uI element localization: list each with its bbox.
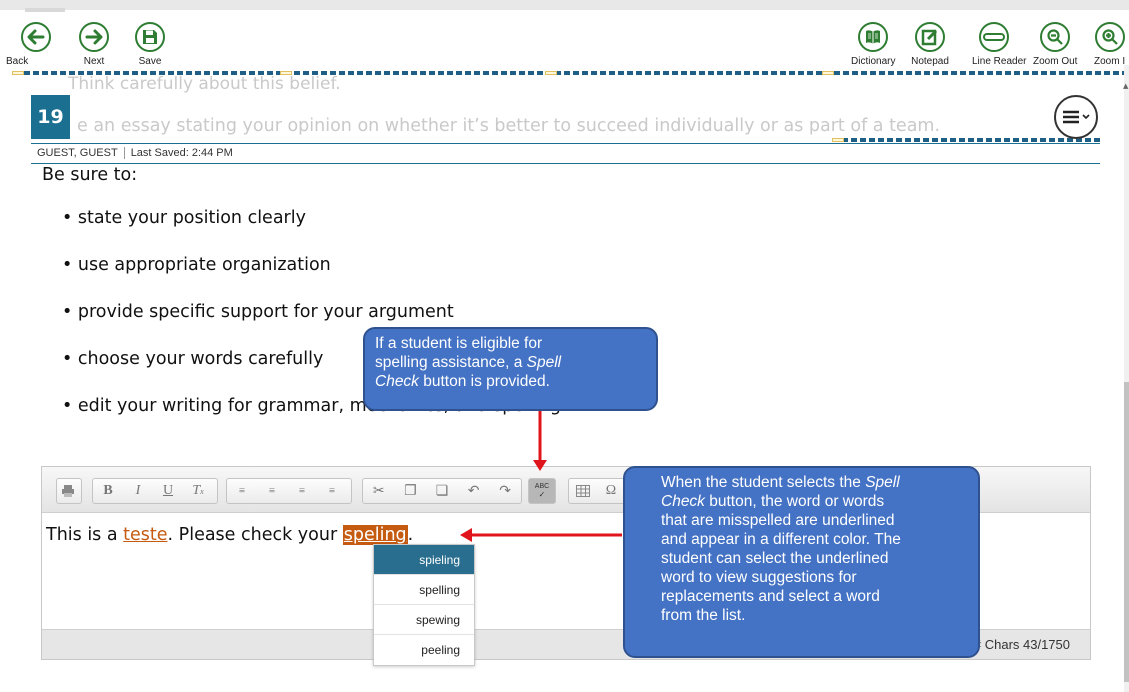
callout-line: word to view suggestions for: [661, 569, 857, 586]
spell-check-callout: If a student is eligible for spelling as…: [363, 327, 658, 411]
callout-line: that are misspelled are underlined: [661, 512, 895, 529]
callout-emphasis: Spell: [865, 474, 900, 491]
callout-text: button is provided.: [418, 373, 550, 390]
scrollbar-thumb[interactable]: [1124, 382, 1129, 682]
callout-line: from the list.: [661, 607, 746, 624]
callout-text: When the student selects the: [661, 474, 866, 491]
callout-line: replacements and select a word: [661, 588, 880, 605]
callout-line: spelling assistance, a Spell: [375, 353, 646, 372]
callout-line: If a student is eligible for: [375, 335, 543, 352]
misspelled-words-callout: When the student selects the Spell Check…: [623, 466, 980, 658]
arrowhead: [533, 460, 547, 471]
callout-emphasis: Check: [375, 373, 419, 390]
callout-line: When the student selects the Spell: [661, 473, 968, 492]
arrowhead: [460, 528, 472, 542]
test-page: Back Next Save Dictionary Notepad Line R…: [0, 0, 1129, 692]
scroll-up-arrow-icon[interactable]: ▲: [1123, 82, 1128, 90]
callout-text: spelling assistance, a: [375, 354, 527, 371]
callout-text: button, the word or words: [704, 493, 885, 510]
callout-emphasis: Spell: [526, 354, 562, 371]
callout-line: and appear in a different color. The: [661, 531, 901, 548]
callout-emphasis: Check: [661, 493, 705, 510]
callout-line: Check button is provided.: [375, 372, 646, 391]
callout-line: student can select the underlined: [661, 550, 889, 567]
callout-line: Check button, the word or words: [661, 492, 968, 511]
